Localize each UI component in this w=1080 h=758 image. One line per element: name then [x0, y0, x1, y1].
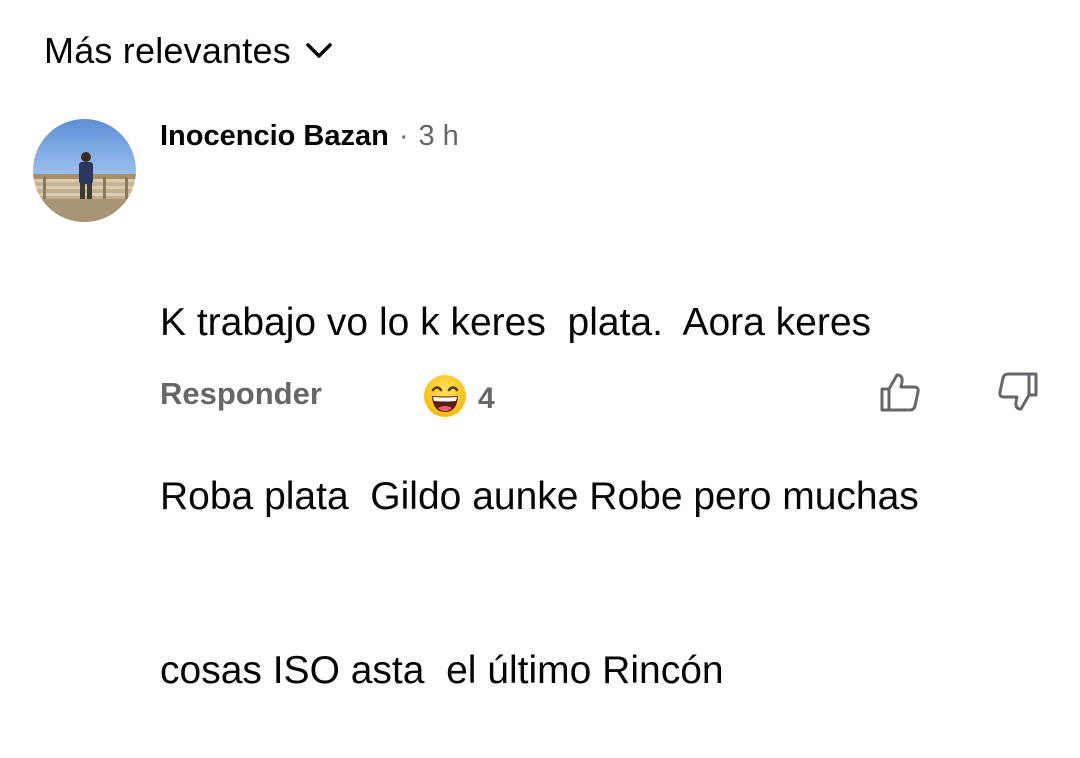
comment-text: K trabajo vo lo k keres plata. Aora kere…	[160, 178, 1060, 758]
laughing-emoji-icon	[422, 373, 468, 424]
chevron-down-icon	[305, 41, 333, 61]
thumbs-down-icon[interactable]	[996, 370, 1040, 419]
comment-header: Inocencio Bazan · 3 h	[160, 120, 459, 153]
comment-line: K trabajo vo lo k keres plata. Aora kere…	[160, 301, 872, 344]
comment-author[interactable]: Inocencio Bazan	[160, 120, 389, 153]
reaction-count: 4	[478, 381, 495, 415]
separator-dot: ·	[398, 120, 409, 152]
comment-line: Roba plata Gildo aunke Robe pero muchas	[160, 475, 919, 518]
reaction-summary[interactable]: 4	[422, 373, 495, 424]
comment-timestamp[interactable]: 3 h	[419, 120, 459, 153]
reply-button[interactable]: Responder	[160, 376, 322, 412]
comment-line: cosas ISO asta el último Rincón	[160, 649, 724, 692]
thumbs-up-icon[interactable]	[878, 370, 922, 419]
comment-actions: Responder 4	[160, 372, 1060, 420]
avatar[interactable]	[33, 119, 136, 222]
sort-label: Más relevantes	[44, 30, 291, 71]
sort-dropdown[interactable]: Más relevantes	[44, 30, 333, 72]
